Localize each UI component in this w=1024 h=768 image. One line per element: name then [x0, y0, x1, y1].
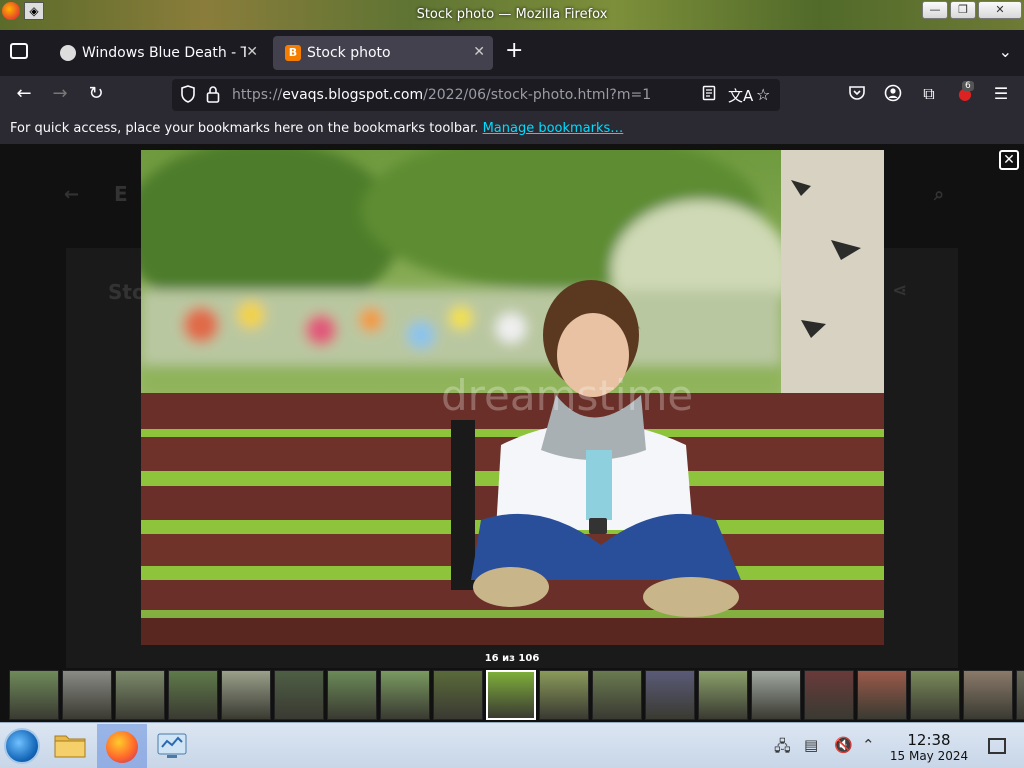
- tray-expand-icon[interactable]: ⌃: [862, 736, 875, 754]
- blogger-icon: B: [285, 45, 301, 61]
- thumbnail[interactable]: [698, 670, 748, 720]
- back-arrow-icon: ←: [64, 184, 80, 205]
- manage-bookmarks-link[interactable]: Manage bookmarks…: [483, 121, 624, 136]
- network-icon[interactable]: 🖧: [774, 736, 791, 761]
- firefox-taskbar-button[interactable]: [97, 724, 147, 768]
- start-button[interactable]: [4, 728, 40, 764]
- back-button[interactable]: ←: [12, 83, 36, 104]
- clock-date: 15 May 2024: [889, 749, 969, 763]
- reader-view-icon[interactable]: [702, 85, 716, 101]
- firefox-icon: [106, 731, 138, 763]
- volume-muted-icon[interactable]: 🔇: [834, 736, 853, 754]
- lightbox-photo[interactable]: dreamstime: [141, 150, 884, 645]
- system-monitor-icon[interactable]: [154, 727, 194, 765]
- navigation-toolbar: ← → ↻ https://evaqs.blogspot.com/2022/06…: [0, 76, 1024, 114]
- thumbnail[interactable]: [645, 670, 695, 720]
- close-tab-icon[interactable]: ✕: [246, 44, 258, 60]
- bookmarks-toolbar: For quick access, place your bookmarks h…: [0, 114, 1024, 144]
- tab-label: Stock photo: [307, 45, 391, 61]
- thumbnail[interactable]: [221, 670, 271, 720]
- thumbnail[interactable]: [433, 670, 483, 720]
- new-tab-button[interactable]: +: [505, 38, 523, 63]
- file-manager-icon[interactable]: [52, 727, 92, 765]
- tab-stock-photo[interactable]: B Stock photo ✕: [273, 36, 493, 70]
- thumbnail[interactable]: [910, 670, 960, 720]
- tab-windows-blue-death[interactable]: Windows Blue Death - Te ✕: [48, 36, 266, 70]
- thumbnail[interactable]: [1016, 670, 1024, 720]
- image-counter: 16 из 106: [484, 653, 540, 664]
- taskbar: 🖧 ▤ 🔇 ⌃ 12:38 15 May 2024: [0, 722, 1024, 768]
- thumbnail[interactable]: [751, 670, 801, 720]
- clock-time: 12:38: [907, 731, 951, 749]
- thumbnail[interactable]: [9, 670, 59, 720]
- ghost-icon: [60, 45, 76, 61]
- pocket-icon[interactable]: [846, 84, 868, 102]
- thumbnail-selected[interactable]: [486, 670, 536, 720]
- thumbnail[interactable]: [274, 670, 324, 720]
- url-text[interactable]: https://evaqs.blogspot.com/2022/06/stock…: [232, 87, 651, 103]
- tab-strip: Windows Blue Death - Te ✕ B Stock photo …: [0, 30, 1024, 76]
- thumbnail-strip: [0, 668, 1024, 722]
- thumbnail[interactable]: [380, 670, 430, 720]
- show-desktop-icon[interactable]: [988, 738, 1006, 754]
- photo-image: dreamstime: [141, 150, 884, 645]
- close-tab-icon[interactable]: ✕: [473, 44, 485, 60]
- thumbnail[interactable]: [168, 670, 218, 720]
- extensions-icon[interactable]: ⧉: [918, 84, 940, 104]
- close-window-button[interactable]: ✕: [978, 1, 1022, 19]
- thumbnail[interactable]: [62, 670, 112, 720]
- window-titlebar: ◈ Stock photo — Mozilla Firefox — ❐ ✕: [0, 0, 1024, 30]
- search-icon: ⌕: [934, 184, 945, 205]
- forward-button[interactable]: →: [48, 83, 72, 104]
- account-icon[interactable]: [882, 84, 904, 102]
- minimize-button[interactable]: —: [922, 1, 948, 19]
- thumbnail[interactable]: [327, 670, 377, 720]
- addon-badge: 6: [962, 81, 974, 91]
- close-lightbox-button[interactable]: ✕: [999, 150, 1019, 170]
- share-icon: ⋖: [892, 280, 908, 301]
- thumbnail[interactable]: [857, 670, 907, 720]
- thumbnail[interactable]: [804, 670, 854, 720]
- list-all-tabs-button[interactable]: ⌄: [999, 42, 1012, 61]
- menu-icon[interactable]: ☰: [990, 84, 1012, 103]
- watermark-text: dreamstime: [441, 371, 693, 420]
- reload-button[interactable]: ↻: [84, 83, 108, 104]
- tab-label: Windows Blue Death - Te: [82, 45, 246, 61]
- thumbnail[interactable]: [539, 670, 589, 720]
- thumbnail[interactable]: [115, 670, 165, 720]
- bookmark-star-icon[interactable]: ☆: [756, 85, 770, 104]
- maximize-button[interactable]: ❐: [950, 1, 976, 19]
- clipboard-icon[interactable]: ▤: [804, 736, 818, 754]
- bookmarks-hint: For quick access, place your bookmarks h…: [10, 121, 483, 136]
- shield-icon[interactable]: [180, 85, 196, 103]
- blog-header: E: [114, 182, 128, 206]
- page-content: ← E ⌕ Sto ⋖ dreamstime ✕ 16 из 106: [0, 144, 1024, 668]
- tab-overview-icon[interactable]: [10, 43, 28, 59]
- thumbnail[interactable]: [592, 670, 642, 720]
- clock[interactable]: 12:38 15 May 2024: [886, 732, 972, 764]
- lock-icon[interactable]: [206, 85, 220, 103]
- translate-icon[interactable]: 文A: [728, 85, 753, 106]
- window-title: Stock photo — Mozilla Firefox: [416, 7, 608, 22]
- url-bar[interactable]: https://evaqs.blogspot.com/2022/06/stock…: [172, 79, 780, 111]
- thumbnail[interactable]: [963, 670, 1013, 720]
